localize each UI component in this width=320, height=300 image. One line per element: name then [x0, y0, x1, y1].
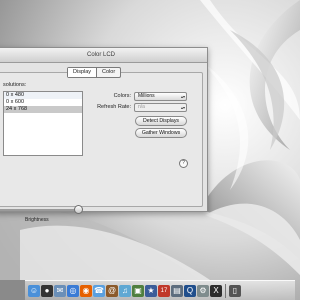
preview-icon[interactable]: ▤ — [171, 284, 183, 297]
tab-bar: Display Color — [67, 67, 122, 78]
display-preferences-window: Color LCD Display Color solutions: 0 x 4… — [0, 47, 208, 223]
desktop: Color LCD Display Color solutions: 0 x 4… — [0, 0, 300, 300]
mail-icon[interactable]: ✉ — [54, 284, 66, 297]
refresh-rate-value: n/a — [138, 104, 145, 110]
refresh-rate-label: Refresh Rate: — [97, 104, 131, 110]
resolution-item[interactable]: 0 x 600 — [4, 99, 82, 106]
gather-windows-button[interactable]: Gather Windows — [135, 128, 187, 138]
display-panel: solutions: 0 x 480 0 x 600 24 x 768 Colo… — [0, 72, 203, 223]
colors-label: Colors: — [113, 93, 131, 99]
tab-display[interactable]: Display — [68, 68, 98, 77]
detect-displays-button[interactable]: Detect Displays — [135, 116, 187, 126]
select-arrows-icon: ▴▾ — [180, 94, 185, 99]
system-preferences-icon[interactable]: ⚙ — [197, 284, 209, 297]
select-arrows-icon: ▴▾ — [180, 105, 185, 110]
refresh-rate-select: n/a ▴▾ — [134, 103, 187, 112]
resolution-item-selected[interactable]: 24 x 768 — [4, 106, 82, 113]
quicktime-icon[interactable]: Q — [184, 284, 196, 297]
iphoto-icon[interactable]: ▣ — [132, 284, 144, 297]
brightness-slider-track[interactable] — [0, 209, 75, 211]
finder-icon[interactable]: ☺ — [28, 284, 40, 297]
help-button[interactable]: ? — [179, 159, 188, 168]
trash-icon[interactable]: ▯ — [229, 284, 241, 297]
resolutions-list[interactable]: 0 x 480 0 x 600 24 x 768 — [3, 91, 83, 156]
resolutions-label: solutions: — [3, 82, 27, 88]
tab-color[interactable]: Color — [97, 68, 120, 77]
imovie-icon[interactable]: ★ — [145, 284, 157, 297]
x11-icon[interactable]: X — [210, 284, 222, 297]
brightness-label: Brightness — [25, 217, 49, 223]
dock-separator — [225, 283, 226, 298]
dashboard-icon[interactable]: ● — [41, 284, 53, 297]
address-book-icon[interactable]: @ — [106, 284, 118, 297]
window-title: Color LCD — [86, 52, 115, 58]
window-titlebar[interactable]: Color LCD — [0, 48, 207, 63]
safari-icon[interactable]: ◎ — [67, 284, 79, 297]
colors-select[interactable]: Millions ▴▾ — [134, 92, 187, 101]
dock: ☺ ● ✉ ◎ ◉ ☎ @ ♫ ▣ ★ 17 ▤ Q ⚙ X ▯ — [25, 280, 295, 300]
itunes-icon[interactable]: ♫ — [119, 284, 131, 297]
ichat-icon[interactable]: ☎ — [93, 284, 105, 297]
firefox-icon[interactable]: ◉ — [80, 284, 92, 297]
ical-icon[interactable]: 17 — [158, 284, 170, 297]
resolution-item[interactable]: 0 x 480 — [4, 92, 82, 99]
brightness-slider-knob[interactable] — [74, 205, 83, 214]
colors-value: Millions — [138, 93, 155, 99]
